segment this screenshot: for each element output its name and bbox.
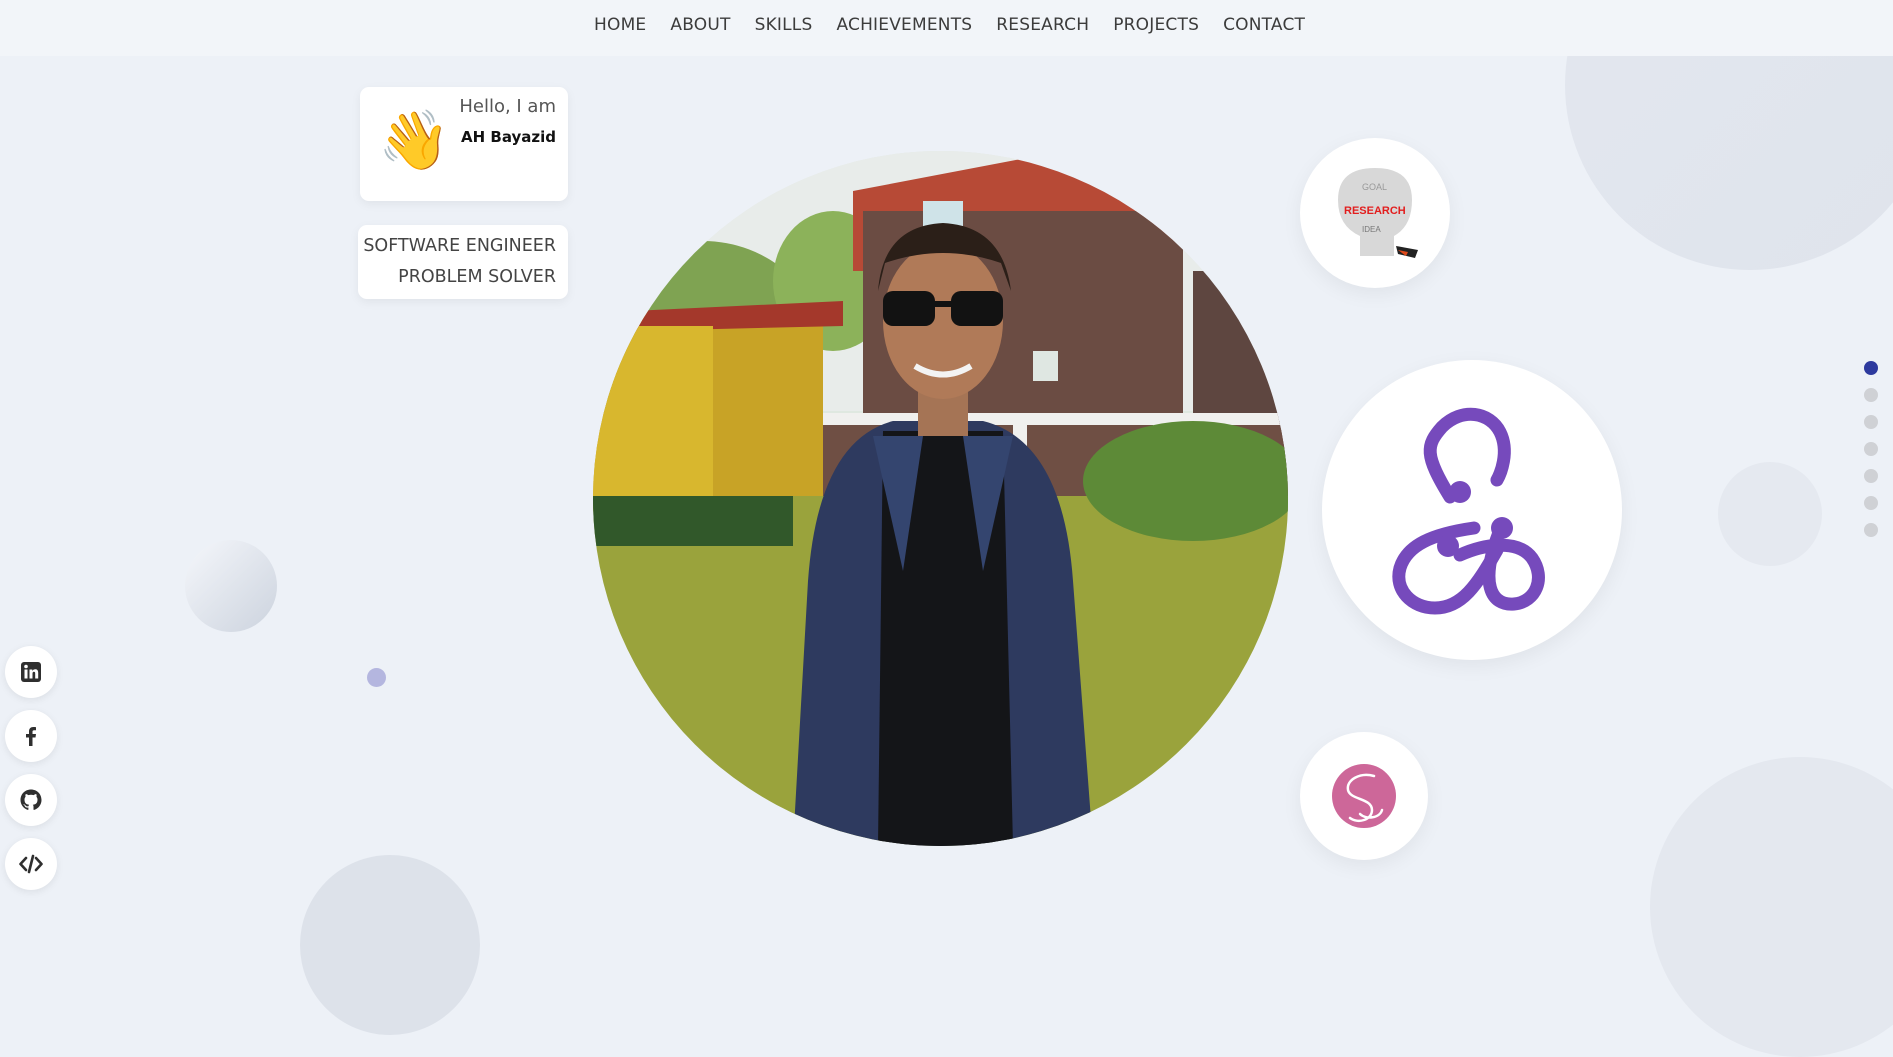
pager-dot-4[interactable] xyxy=(1864,442,1878,456)
research-logo-text: RESEARCH xyxy=(1344,205,1406,217)
research-word-cloud-icon: GOAL RESEARCH IDEA xyxy=(1338,168,1418,258)
pager-dot-3[interactable] xyxy=(1864,415,1878,429)
facebook-link[interactable] xyxy=(5,710,57,762)
github-link[interactable] xyxy=(5,774,57,826)
nav-projects[interactable]: PROJECTS xyxy=(1113,15,1199,35)
sass-logo-icon xyxy=(1332,764,1396,828)
redux-logo-icon xyxy=(1392,407,1545,615)
role-card: SOFTWARE ENGINEER PROBLEM SOLVER xyxy=(358,225,568,299)
section-pager xyxy=(1864,361,1878,550)
research-bubble: GOAL RESEARCH IDEA xyxy=(1300,138,1450,288)
nav-contact[interactable]: CONTACT xyxy=(1223,15,1305,35)
profile-photo xyxy=(593,151,1288,846)
decor-circle xyxy=(1650,757,1893,1057)
person-name: AH Bayazid xyxy=(461,128,556,146)
decor-circle xyxy=(1718,462,1822,566)
greeting-text: Hello, I am xyxy=(459,96,556,117)
waving-hand-icon: 👋 xyxy=(378,106,451,174)
decor-circle xyxy=(300,855,480,1035)
svg-text:IDEA: IDEA xyxy=(1362,225,1381,234)
nav-menu: HOME ABOUT SKILLS ACHIEVEMENTS RESEARCH … xyxy=(594,15,1329,35)
decor-circle xyxy=(185,540,277,632)
nav-research[interactable]: RESEARCH xyxy=(996,15,1089,35)
top-navbar: HOME ABOUT SKILLS ACHIEVEMENTS RESEARCH … xyxy=(0,0,1893,56)
role-title: PROBLEM SOLVER xyxy=(398,267,556,287)
github-icon xyxy=(20,789,42,810)
code-link[interactable] xyxy=(5,838,57,890)
decor-dot xyxy=(367,668,386,687)
profile-photo-illustration xyxy=(593,151,1288,846)
linkedin-link[interactable] xyxy=(5,646,57,698)
svg-text:GOAL: GOAL xyxy=(1362,182,1387,192)
nav-achievements[interactable]: ACHIEVEMENTS xyxy=(836,15,972,35)
pager-dot-5[interactable] xyxy=(1864,469,1878,483)
linkedin-icon xyxy=(21,662,41,682)
pager-dot-6[interactable] xyxy=(1864,496,1878,510)
nav-about[interactable]: ABOUT xyxy=(670,15,730,35)
redux-bubble xyxy=(1322,360,1622,660)
pager-dot-7[interactable] xyxy=(1864,523,1878,537)
nav-skills[interactable]: SKILLS xyxy=(755,15,813,35)
pager-dot-2[interactable] xyxy=(1864,388,1878,402)
facebook-icon xyxy=(26,727,36,746)
code-icon xyxy=(19,854,43,874)
role-title: SOFTWARE ENGINEER xyxy=(363,236,556,256)
pager-dot-1[interactable] xyxy=(1864,361,1878,375)
nav-home[interactable]: HOME xyxy=(594,15,646,35)
greeting-card: 👋 Hello, I am AH Bayazid xyxy=(360,87,568,201)
sass-bubble xyxy=(1300,732,1428,860)
